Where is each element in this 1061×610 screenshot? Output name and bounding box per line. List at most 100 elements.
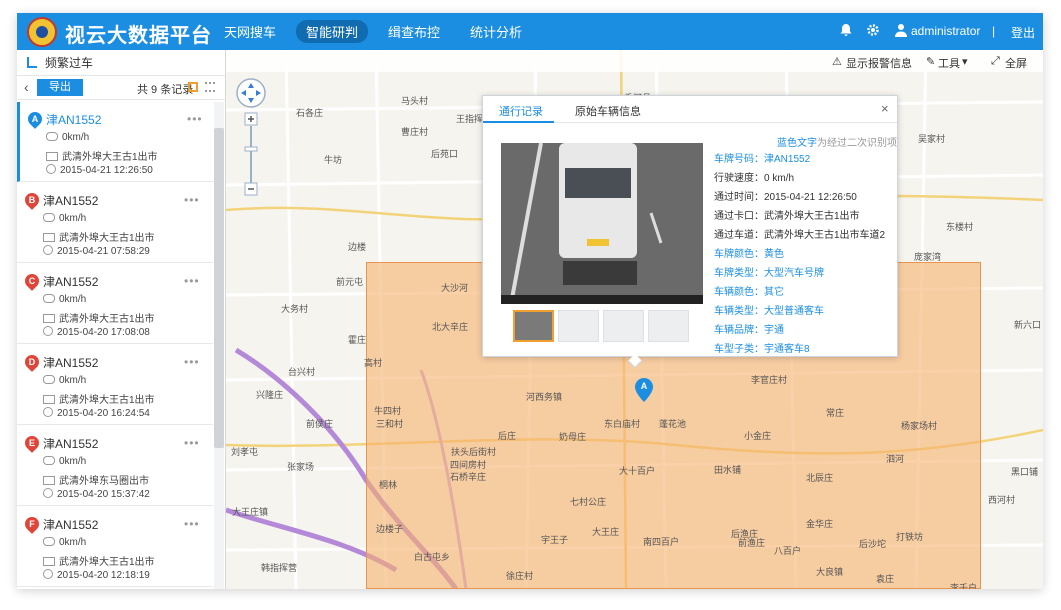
map-label: 北辰庄: [806, 473, 834, 483]
map-label: 奶母庄: [559, 432, 587, 442]
map-label: 庞家湾: [914, 252, 942, 262]
map-pin-icon: F: [22, 514, 42, 534]
app-title: 视云大数据平台: [65, 25, 212, 47]
speedometer-icon: [43, 213, 55, 222]
map-label: 小金庄: [744, 431, 772, 441]
show-alarm-button[interactable]: 显示报警信息: [846, 55, 912, 71]
scrollbar-thumb[interactable]: [214, 128, 224, 448]
thumbnail[interactable]: [603, 310, 644, 342]
map-label: 李官庄村: [751, 375, 788, 385]
tools-menu[interactable]: 工具: [938, 55, 960, 71]
thumbnail[interactable]: [513, 310, 554, 342]
more-options-icon[interactable]: •••: [184, 355, 200, 369]
speedometer-icon: [43, 456, 55, 465]
map-label: 金华庄: [806, 519, 834, 529]
tab-pass-records[interactable]: 通行记录: [499, 103, 543, 119]
map-label: 大务村: [281, 304, 309, 314]
record-speed: 0km/h: [43, 213, 86, 224]
map-label: 大王庄: [592, 527, 620, 537]
map-label: 吴家村: [918, 134, 946, 144]
map-label: 东白庙村: [604, 419, 641, 429]
speedometer-icon: [43, 375, 55, 384]
more-options-icon[interactable]: •••: [184, 193, 200, 207]
police-badge-logo: [27, 17, 57, 47]
vehicle-info-field: 通过时间：2015-04-21 12:26:50: [714, 192, 857, 203]
record-item[interactable]: A 津AN1552 ••• 0km/h 武清外埠大王古1出市 2015-04-21 12:…: [17, 102, 213, 182]
tab-original-vehicle-info[interactable]: 原始车辆信息: [575, 103, 641, 119]
recognition-hint: 蓝色文字为经过二次识别项: [777, 138, 897, 149]
nav-tab-intelligent-analysis[interactable]: 智能研判: [296, 20, 369, 43]
map-label: 白古屯乡: [414, 552, 451, 562]
thumbnail[interactable]: [648, 310, 689, 342]
map-label: 石各庄: [296, 108, 324, 118]
map-label: 边楼: [348, 242, 367, 252]
map-label: 马头村: [401, 96, 429, 106]
nav-tab-statistics[interactable]: 统计分析: [470, 22, 522, 41]
map-label: 袁庄: [876, 574, 895, 584]
fullscreen-button[interactable]: 全屏: [1005, 55, 1027, 71]
more-options-icon[interactable]: •••: [184, 436, 200, 450]
bell-icon[interactable]: [839, 23, 853, 37]
map-label: 韩指挥营: [261, 563, 298, 573]
record-item[interactable]: B 津AN1552 ••• 0km/h 武清外埠大王古1出市 2015-04-21 07:…: [17, 183, 213, 263]
vehicle-photo[interactable]: [501, 143, 703, 304]
chart-icon: [27, 57, 37, 68]
map-label: 后沙坨: [859, 539, 887, 549]
fullscreen-icon: ⤢: [991, 55, 1000, 67]
record-plate: 津AN1552: [43, 356, 99, 370]
record-item[interactable]: D 津AN1552 ••• 0km/h 武清外埠大王古1出市 2015-04-20 16:…: [17, 345, 213, 425]
panel-title: 频繁过车: [45, 56, 94, 70]
nav-tab-vehicle-search[interactable]: 天网搜车: [224, 22, 276, 41]
record-item[interactable]: E 津AN1552 ••• 0km/h 武清外埠东马圈出市 2015-04-20 15:3…: [17, 426, 213, 506]
clock-icon: [43, 326, 53, 336]
gear-icon[interactable]: [866, 23, 880, 37]
close-icon[interactable]: ×: [881, 101, 889, 116]
map-label: 后苑口: [431, 149, 459, 159]
record-speed: 0km/h: [43, 375, 86, 386]
list-view-icon[interactable]: [205, 82, 215, 92]
user-icon: [894, 23, 908, 37]
record-item[interactable]: F 津AN1552 ••• 0km/h 武清外埠大王古1出市 2015-04-20 12:…: [17, 507, 213, 587]
record-location: 武清外埠东马圈出市: [43, 472, 149, 487]
record-plate: 津AN1552: [43, 194, 99, 208]
map-label: 大沙河: [441, 283, 469, 293]
record-location: 武清外埠大王古1出市: [43, 229, 155, 244]
map-marker-a[interactable]: A: [635, 378, 653, 405]
vehicle-info-field: 车牌号码：津AN1552: [714, 154, 811, 165]
map-label: 七村公庄: [570, 497, 607, 507]
map-label: 边楼子: [376, 524, 404, 534]
record-item[interactable]: C 津AN1552 ••• 0km/h 武清外埠大王古1出市 2015-04-20 17:…: [17, 264, 213, 344]
more-options-icon[interactable]: •••: [187, 112, 203, 126]
map-label: 大十百户: [619, 466, 656, 476]
map-toolbar: ⚠ 显示报警信息 ✎ 工具 ▾ ⤢ 全屏: [226, 50, 1043, 72]
chevron-left-icon[interactable]: ‹: [24, 79, 29, 95]
record-time: 2015-04-20 12:18:19: [43, 569, 150, 581]
nav-tab-surveillance-control[interactable]: 缉查布控: [388, 22, 440, 41]
more-options-icon[interactable]: •••: [184, 517, 200, 531]
logout-link[interactable]: 登出: [1011, 24, 1035, 41]
export-button[interactable]: 导出: [37, 79, 83, 96]
vehicle-info-field: 车牌类型：大型汽车号牌: [714, 268, 824, 279]
record-plate: 津AN1552: [46, 113, 102, 127]
record-time: 2015-04-20 17:08:08: [43, 326, 150, 338]
username[interactable]: administrator: [911, 24, 980, 38]
map-label: 曹庄村: [401, 127, 429, 137]
map-label: 黑口铺: [1011, 467, 1039, 477]
map-label: 东楼村: [946, 222, 974, 232]
map-label: 霍庄: [348, 335, 367, 345]
map-label: 田水铺: [714, 465, 742, 475]
map-pin-icon: B: [22, 190, 42, 210]
record-time: 2015-04-20 15:37:42: [43, 488, 150, 500]
map-label: 西河村: [988, 495, 1016, 505]
grid-view-icon[interactable]: [188, 82, 198, 92]
camera-icon: [46, 152, 58, 161]
clock-icon: [46, 164, 56, 174]
map-label: 李千户: [950, 583, 978, 589]
map-label: 杨家场村: [901, 421, 938, 431]
clock-icon: [43, 488, 53, 498]
warning-icon: ⚠: [832, 56, 842, 68]
more-options-icon[interactable]: •••: [184, 274, 200, 288]
record-plate: 津AN1552: [43, 518, 99, 532]
thumbnail[interactable]: [558, 310, 599, 342]
record-speed: 0km/h: [43, 294, 86, 305]
